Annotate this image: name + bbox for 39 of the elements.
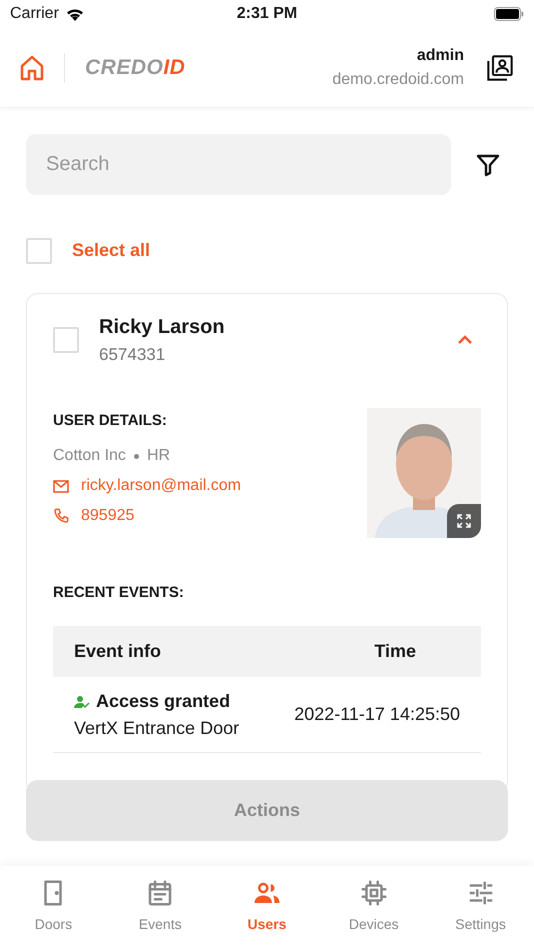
section-title: USER DETAILS:: [53, 410, 168, 430]
section-title: RECENT EVENTS:: [53, 582, 184, 602]
email-link[interactable]: ricky.larson@mail.com: [81, 474, 241, 498]
search-field[interactable]: Search: [26, 134, 451, 195]
phone-link[interactable]: 895925: [81, 504, 134, 528]
phone-icon: [53, 508, 69, 524]
door-name: VertX Entrance Door: [74, 717, 240, 740]
event-type: Access granted: [96, 690, 230, 713]
department-name: HR: [146, 446, 170, 466]
domain-text: demo.credoid.com: [332, 70, 464, 90]
company-name: Cotton Inc: [53, 446, 126, 466]
chevron-up-icon[interactable]: [457, 334, 473, 345]
carrier-label: Carrier: [10, 4, 59, 24]
column-header: Time: [374, 640, 416, 663]
user-check-icon: [74, 694, 90, 708]
credoid-logo: CREDOID: [85, 54, 186, 81]
tab-item[interactable]: Devices: [320, 866, 428, 950]
user-name: admin: [416, 46, 464, 66]
user-full-name: Ricky Larson: [99, 315, 225, 340]
home-icon[interactable]: [20, 54, 44, 80]
select-all-label[interactable]: Select all: [72, 237, 150, 264]
event-time: 2022-11-17 14:25:50: [294, 703, 460, 726]
mail-icon: [53, 480, 69, 492]
profile-card-icon[interactable]: [486, 54, 514, 82]
battery-icon: [494, 7, 524, 21]
tab-item[interactable]: Events: [106, 866, 214, 950]
expand-icon: [456, 512, 472, 528]
wifi-icon: [64, 7, 85, 21]
clock-time: 2:31 PM: [236, 4, 298, 24]
select-all-checkbox[interactable]: [26, 238, 52, 264]
column-header: Event info: [74, 640, 162, 663]
tab-item[interactable]: Settings: [427, 866, 534, 950]
user-checkbox[interactable]: [53, 326, 79, 353]
tab-item[interactable]: Doors: [0, 866, 107, 950]
expand-photo-button[interactable]: [447, 504, 481, 538]
filter-icon[interactable]: [476, 152, 500, 176]
tab-item[interactable]: Users: [214, 866, 320, 950]
chip-icon: [358, 878, 389, 908]
user-id-number: 6574331: [99, 344, 166, 366]
